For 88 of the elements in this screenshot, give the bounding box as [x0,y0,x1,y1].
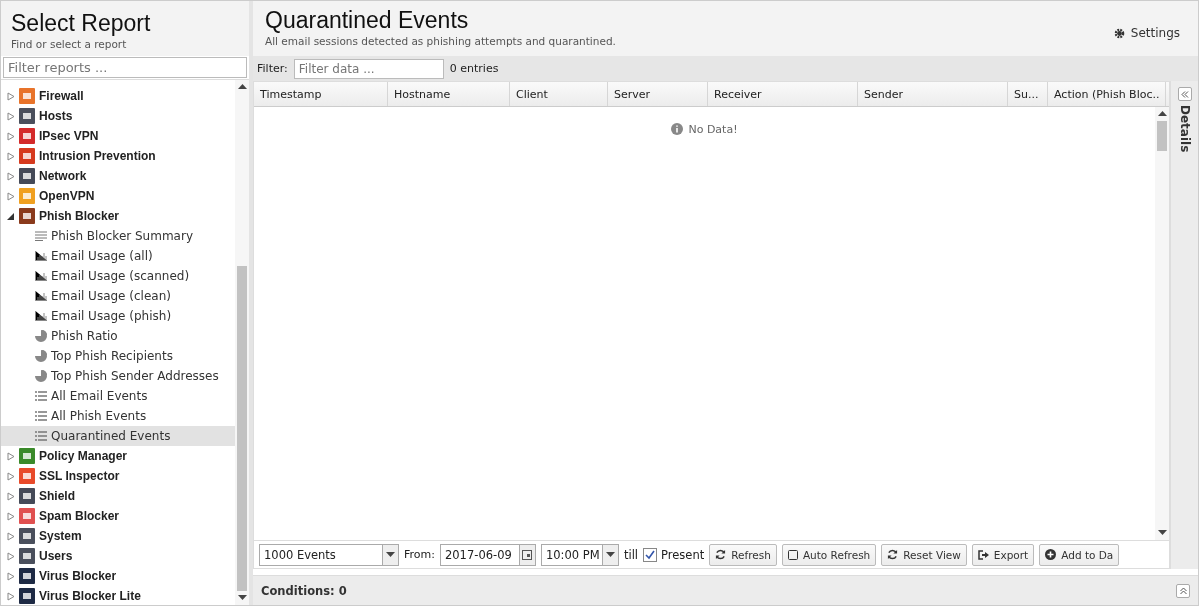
toolbar-button[interactable]: Reset View [881,543,967,566]
list-icon [35,391,47,401]
pie-chart-icon [35,350,47,362]
filter-reports-field[interactable]: Filter reports ... [3,57,247,78]
lines-icon [35,231,47,241]
tree-item[interactable]: Firewall [1,86,235,106]
caret-icon [1157,530,1167,536]
time-dropdown[interactable]: 10:00 PM [540,543,619,566]
tree-item[interactable]: System [1,526,235,546]
report-subtitle: All email sessions detected as phishing attempts and quarantined. [265,35,616,47]
panel-title: Select Report [11,9,152,36]
tree-item[interactable]: All Phish Events [1,406,235,426]
tree-item[interactable]: Phish Blocker [1,206,235,226]
settings-icon [1113,27,1125,39]
scroll-thumb[interactable] [237,266,247,591]
tree-item[interactable]: Email Usage (scanned) [1,266,235,286]
pie-chart-icon [35,370,47,382]
date-field[interactable]: 2017-06-09 [439,543,536,566]
caret-icon [386,551,395,558]
filter-data-field[interactable]: Filter data ... [293,58,444,79]
column-header[interactable]: Action (Phish Bloc.. [1048,82,1166,106]
scrollbar[interactable] [235,80,249,605]
double-chevron-icon [1180,90,1189,98]
tree-item[interactable]: Virus Blocker Lite [1,586,235,605]
column-header[interactable]: Su... [1008,82,1048,106]
from-label: From: [404,548,435,561]
tree-item[interactable]: Intrusion Prevention [1,146,235,166]
tree-item[interactable]: Top Phish Recipients [1,346,235,366]
add-icon [1045,549,1057,560]
scroll-thumb[interactable] [1157,121,1167,151]
tree-item[interactable]: Phish Blocker Summary [1,226,235,246]
column-header[interactable]: Hostname [388,82,510,106]
collapse-button[interactable] [1177,87,1192,101]
tree-item[interactable]: SSL Inspector [1,466,235,486]
scrollbar[interactable] [1155,107,1169,540]
settings-button[interactable]: Settings [1107,23,1186,43]
calendar-icon [522,549,533,560]
till-label: till [623,547,639,562]
filter-label: Filter: [257,62,288,75]
refresh-icon [887,549,899,560]
double-chevron-icon [1179,586,1187,595]
column-header[interactable]: Sender [858,82,1008,106]
tree-item[interactable]: Virus Blocker [1,566,235,586]
tree-item[interactable]: Top Phish Sender Addresses [1,366,235,386]
present-checkbox[interactable]: Present [643,547,705,562]
info-icon [671,123,684,135]
export-icon [977,549,989,560]
caret-icon [1157,111,1167,117]
tree-item[interactable]: Email Usage (all) [1,246,235,266]
column-header[interactable]: Client [510,82,608,106]
check-icon [645,549,656,560]
toolbar-button[interactable]: Export [971,543,1035,566]
pie-chart-icon [35,330,47,342]
tree-item[interactable]: All Email Events [1,386,235,406]
report-title: Quarantined Events [265,7,470,33]
caret-icon [605,551,615,558]
list-icon [35,411,47,421]
entries-count: 0 entries [449,62,499,75]
tree-item[interactable]: OpenVPN [1,186,235,206]
details-panel-title: Details [1177,105,1192,153]
tree-item[interactable]: Quarantined Events [1,426,235,446]
panel-subtitle: Find or select a report [11,37,128,50]
tree-item[interactable]: Spam Blocker [1,506,235,526]
tree-item[interactable]: Shield [1,486,235,506]
events-limit-dropdown[interactable]: 1000 Events [259,543,399,566]
caret-icon [237,595,247,601]
tree-item[interactable]: Policy Manager [1,446,235,466]
tree-item[interactable]: Network [1,166,235,186]
refresh-icon [715,549,727,560]
caret-icon [237,84,247,90]
tree-item[interactable]: Email Usage (phish) [1,306,235,326]
list-icon [35,431,47,441]
column-header[interactable]: Server [608,82,708,106]
tree-item[interactable]: IPsec VPN [1,126,235,146]
conditions-title: Conditions: 0 [261,583,347,598]
tree-item[interactable]: Users [1,546,235,566]
toolbar-button[interactable]: Auto Refresh [781,543,877,566]
expanded-arrow-icon[interactable] [7,211,15,221]
expand-button[interactable] [1176,583,1190,598]
checkbox-icon [787,549,798,560]
tree-item[interactable]: Email Usage (clean) [1,286,235,306]
toolbar-button[interactable]: Refresh [709,543,777,566]
tree-item[interactable]: Phish Ratio [1,326,235,346]
no-data-message: No Data! [671,121,738,137]
column-header[interactable]: Timestamp [254,82,388,106]
column-header[interactable]: Receiver [708,82,858,106]
tree-item[interactable]: Hosts [1,106,235,126]
toolbar-button[interactable]: Add to Da [1039,543,1120,566]
